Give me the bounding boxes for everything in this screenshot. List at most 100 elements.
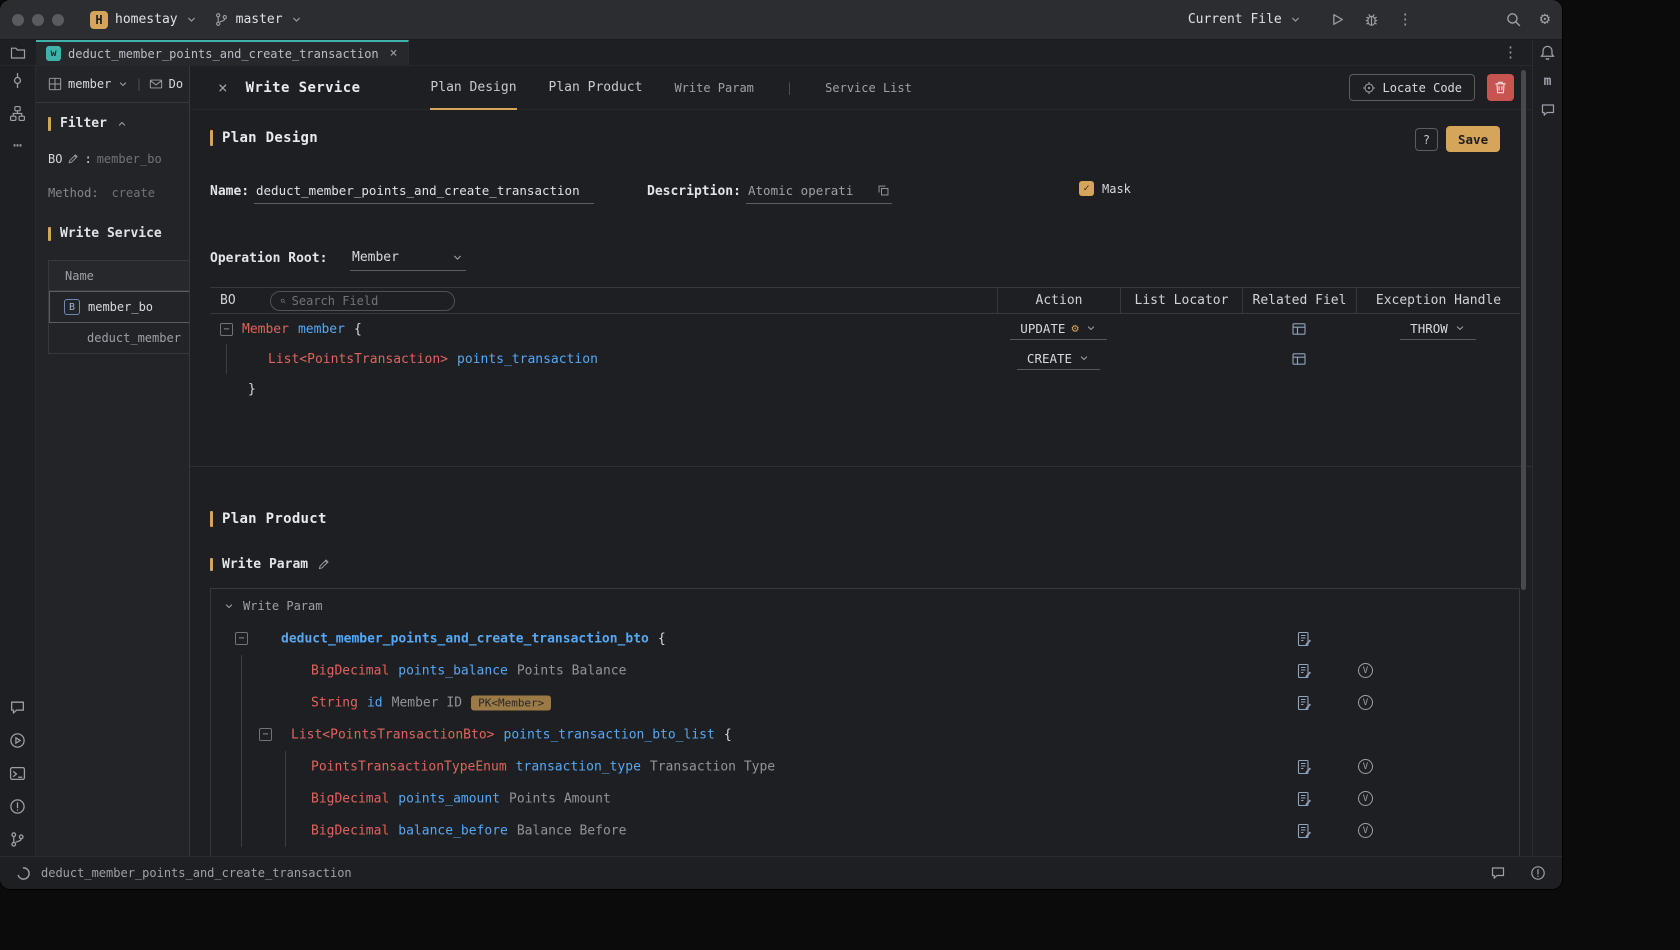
editor-tab[interactable]: w deduct_member_points_and_create_transa… [36,40,409,65]
chevron-down-icon[interactable] [223,600,235,612]
comments-tool-icon[interactable] [1540,102,1556,118]
mask-checkbox[interactable]: ✓ [1079,181,1094,196]
related-fields-icon[interactable] [1291,321,1307,337]
notifications-status-icon[interactable] [1530,865,1546,881]
action-select-update[interactable]: UPDATE ⚙ [1010,319,1106,340]
tabs-divider: | [786,81,793,95]
doc-button-label[interactable]: Do [169,77,183,91]
chevron-up-icon[interactable] [116,118,128,130]
edit-pencil-icon[interactable] [317,558,330,571]
method-value[interactable]: create [112,186,155,200]
zoom-window-button[interactable] [52,14,64,26]
param-desc: Member ID [392,696,462,711]
brace: } [248,382,256,397]
tab-options-icon[interactable]: ⋮ [1503,45,1518,60]
field-search-input[interactable] [292,294,445,308]
panel-bo-selector[interactable]: member [68,77,111,91]
validation-icon[interactable]: V [1358,695,1373,710]
version-control-tool-icon[interactable] [9,831,26,848]
terminal-tool-icon[interactable] [9,765,26,782]
bo-label: BO [48,152,62,166]
tab-close-icon[interactable]: × [390,46,398,61]
commit-tool-icon[interactable] [9,72,26,89]
edit-doc-icon[interactable] [1296,823,1312,839]
project-selector[interactable]: H homestay [82,7,206,33]
related-fields-icon[interactable] [1291,351,1307,367]
plan-design-title: Plan Design [222,130,318,146]
service-row-selected[interactable]: B member_bo [49,291,190,323]
edit-doc-icon[interactable] [1296,631,1312,647]
param-desc: Transaction Type [650,760,775,775]
branch-selector[interactable]: master [206,8,311,31]
close-icon[interactable]: × [218,78,228,97]
service-row-label: member_bo [88,300,153,314]
assistant-tool-icon[interactable] [9,699,26,716]
doc-mail-icon[interactable] [149,77,163,91]
services-tool-icon[interactable] [9,732,26,749]
collapse-icon[interactable]: − [235,632,248,645]
close-window-button[interactable] [12,14,24,26]
service-table-header: Name [49,261,190,291]
filter-section-header[interactable]: Filter [48,116,128,131]
main-header: × Write Service Plan Design Plan Product… [190,66,1532,110]
tree-header[interactable]: Write Param [211,589,1519,623]
scrollbar-thumb[interactable] [1521,70,1526,590]
description-input[interactable]: Atomic operati [746,178,892,204]
project-folder-icon[interactable] [10,45,26,61]
edit-doc-icon[interactable] [1296,695,1312,711]
validation-icon[interactable]: V [1358,663,1373,678]
chevron-down-icon [1085,322,1097,334]
collapse-icon[interactable]: − [259,728,272,741]
structure-tool-icon[interactable] [9,105,26,122]
mask-checkbox-row[interactable]: ✓ Mask [1079,181,1131,196]
edit-pencil-icon[interactable] [67,153,79,165]
bo-name: points_transaction [457,352,598,367]
feedback-comment-icon[interactable] [1490,865,1506,881]
bo-value[interactable]: member_bo [97,152,162,166]
bo-type: List<PointsTransaction> [268,352,448,367]
notifications-bell-icon[interactable] [1539,44,1556,61]
more-options-icon[interactable]: ⋮ [1398,12,1413,27]
action-select-create[interactable]: CREATE [1017,349,1100,370]
help-button[interactable]: ? [1415,128,1438,151]
tab-service-list[interactable]: Service List [825,66,912,109]
locate-code-button[interactable]: Locate Code [1349,74,1475,101]
service-row[interactable]: deduct_member [49,323,190,353]
run-icon[interactable] [1328,11,1345,28]
run-config-selector[interactable]: Current File [1180,8,1310,31]
expand-editor-icon[interactable] [877,184,890,197]
filter-title: Filter [60,116,107,131]
settings-gear-icon[interactable]: ⚙ [1540,11,1550,28]
param-desc: Points Amount [509,792,611,807]
search-icon[interactable] [1505,11,1522,28]
tab-plan-product[interactable]: Plan Product [549,66,643,109]
exception-select-throw[interactable]: THROW [1400,319,1476,340]
param-name: points_balance [398,664,508,679]
edit-doc-icon[interactable] [1296,759,1312,775]
left-panel: member | Do Filter BO : member_bo Method… [36,66,190,856]
name-input[interactable] [254,178,594,204]
collapse-icon[interactable]: − [220,323,233,336]
field-search[interactable] [270,291,455,311]
more-tools-icon[interactable]: ⋯ [13,138,22,153]
delete-button[interactable] [1487,74,1514,101]
minimize-window-button[interactable] [32,14,44,26]
validation-icon[interactable]: V [1358,791,1373,806]
description-value: Atomic operati [748,183,853,198]
chevron-down-icon[interactable] [117,78,129,90]
operation-root-select[interactable]: Member [350,245,466,271]
locate-code-label: Locate Code [1383,81,1462,95]
tab-write-param[interactable]: Write Param [674,66,753,109]
main-tabs: Plan Design Plan Product Write Param | S… [430,66,911,109]
validation-icon[interactable]: V [1358,759,1373,774]
problems-tool-icon[interactable] [9,798,26,815]
save-button[interactable]: Save [1446,126,1500,152]
debug-icon[interactable] [1363,11,1380,28]
param-name: deduct_member_points_and_create_transact… [281,632,649,647]
edit-doc-icon[interactable] [1296,791,1312,807]
tab-plan-design[interactable]: Plan Design [430,66,516,109]
maven-tool-icon[interactable]: m [1544,74,1552,89]
action-value: CREATE [1027,351,1072,366]
edit-doc-icon[interactable] [1296,663,1312,679]
validation-icon[interactable]: V [1358,823,1373,838]
